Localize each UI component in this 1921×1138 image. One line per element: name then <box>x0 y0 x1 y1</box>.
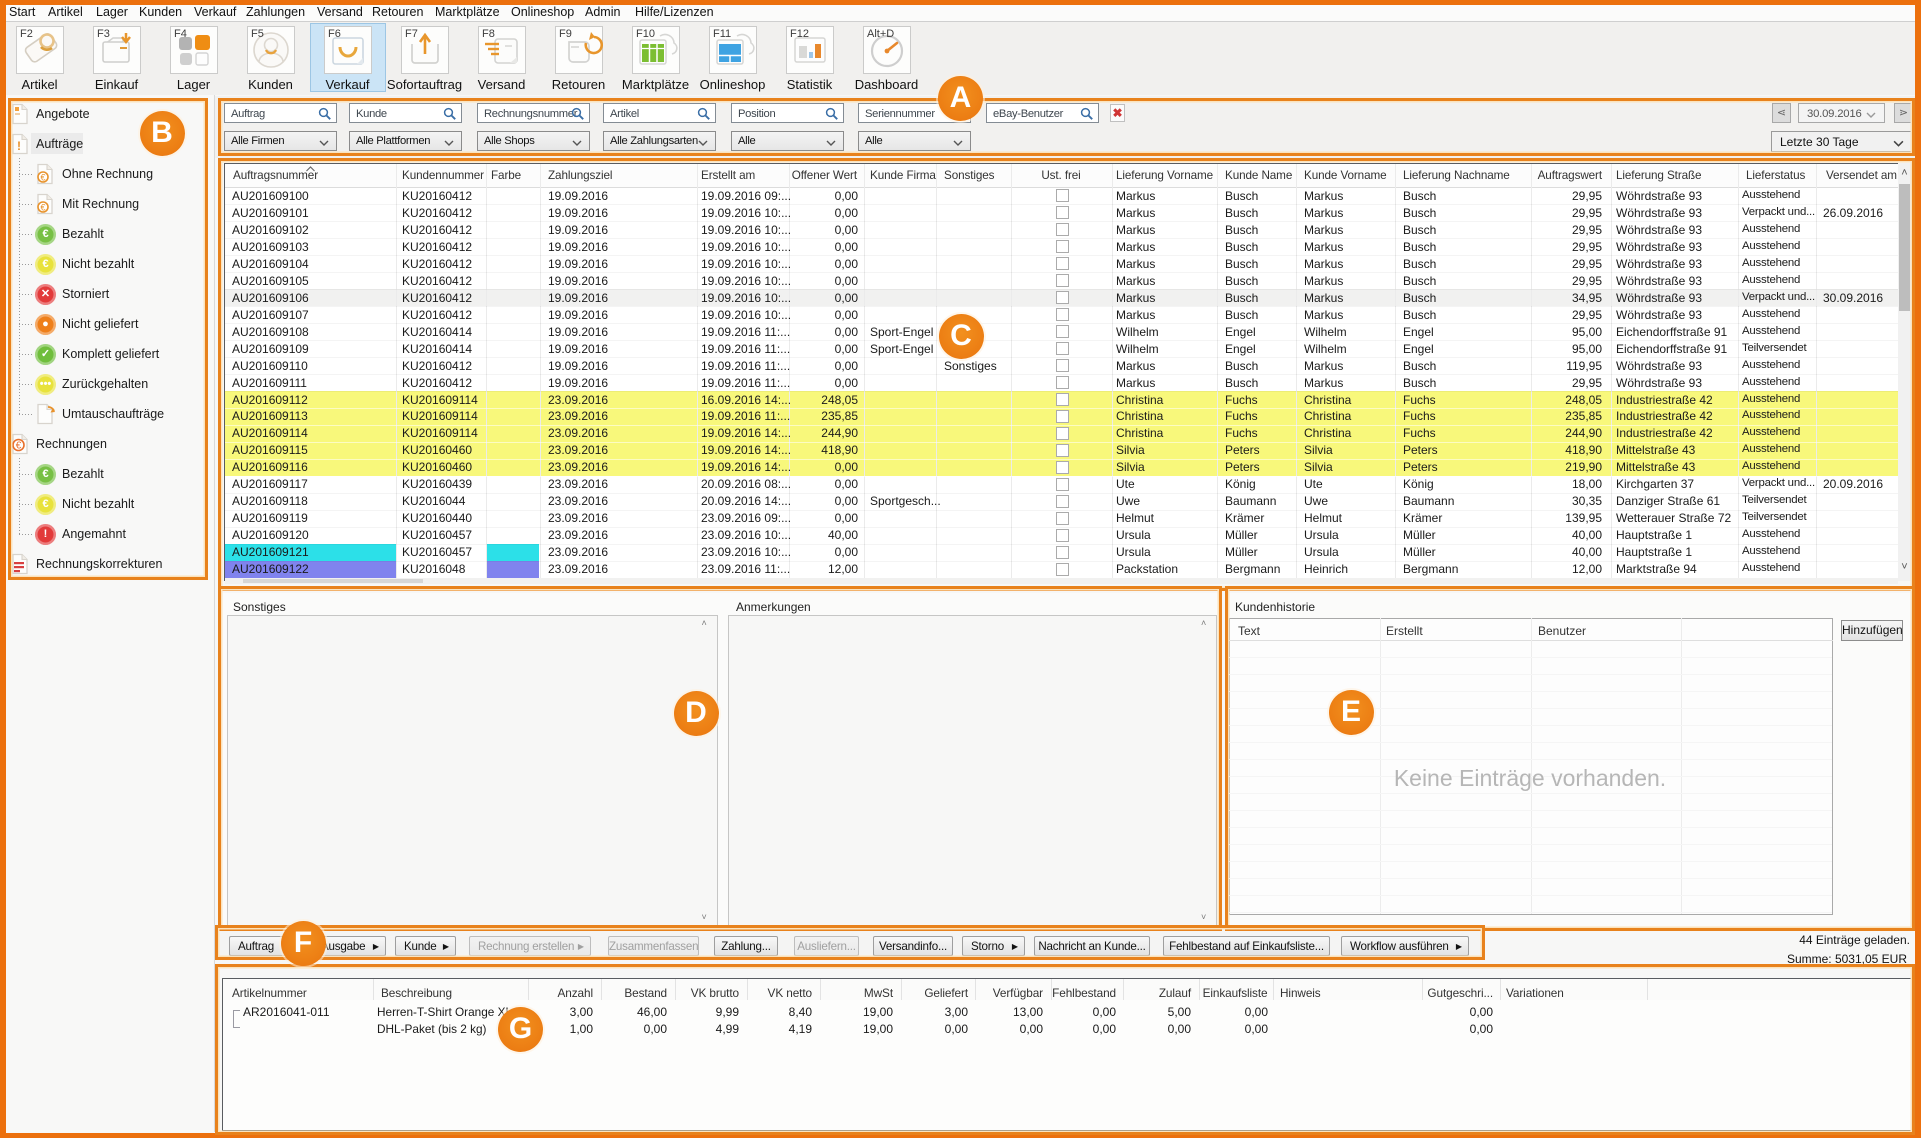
svg-text:€: € <box>40 173 45 183</box>
svg-text:!: ! <box>17 139 21 153</box>
svg-text:€: € <box>16 441 22 452</box>
svg-text:€: € <box>40 203 45 213</box>
